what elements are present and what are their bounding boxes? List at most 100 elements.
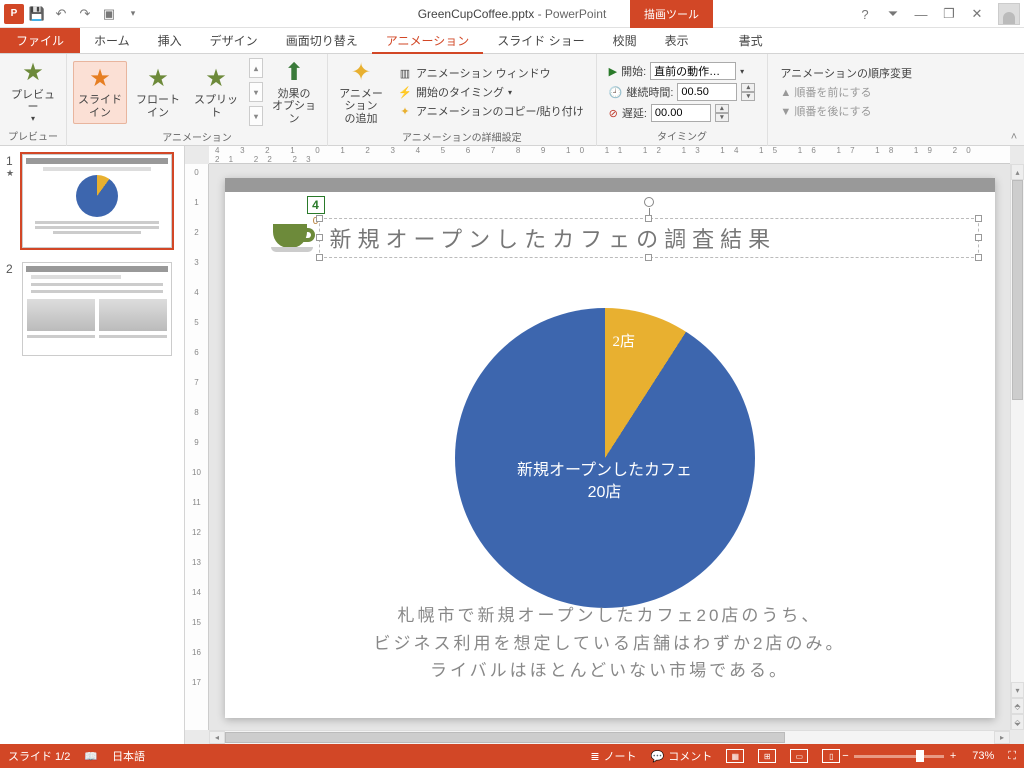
duration-input[interactable] bbox=[677, 83, 737, 101]
animation-pane-button[interactable]: ▥アニメーション ウィンドウ bbox=[398, 65, 584, 81]
resize-handle[interactable] bbox=[975, 215, 982, 222]
tab-view[interactable]: 表示 bbox=[651, 27, 703, 53]
animation-split[interactable]: ★ スプリット bbox=[189, 62, 243, 123]
slide-indicator[interactable]: スライド 1/2 bbox=[8, 748, 70, 764]
notes-icon: ≣ bbox=[590, 750, 599, 763]
resize-handle[interactable] bbox=[316, 215, 323, 222]
animation-painter-button[interactable]: ✦アニメーションのコピー/貼り付け bbox=[398, 103, 584, 119]
reading-view-icon[interactable]: ▭ bbox=[790, 749, 808, 763]
thumbnail-1-preview bbox=[22, 154, 172, 248]
rotate-handle[interactable] bbox=[644, 197, 654, 207]
qat-dropdown-icon[interactable]: ▾ bbox=[122, 3, 144, 25]
tab-animations[interactable]: アニメーション bbox=[372, 28, 484, 54]
title-bar: P 💾 ↶ ↷ ▣ ▾ GreenCupCoffee.pptx - PowerP… bbox=[0, 0, 1024, 28]
ribbon-tabs: ファイル ホーム 挿入 デザイン 画面切り替え アニメーション スライド ショー… bbox=[0, 28, 1024, 54]
start-slideshow-icon[interactable]: ▣ bbox=[98, 3, 120, 25]
star-icon: ★ bbox=[89, 66, 111, 92]
collapse-ribbon-icon[interactable]: ˄ bbox=[1004, 54, 1024, 145]
move-earlier-button[interactable]: ▲ 順番を前にする bbox=[780, 84, 912, 100]
resize-handle[interactable] bbox=[975, 234, 982, 241]
animation-star-icon: ★ bbox=[6, 168, 18, 179]
comments-button[interactable]: 💬コメント bbox=[651, 748, 713, 764]
ribbon-display-icon[interactable]: ⏷ bbox=[880, 3, 906, 25]
thumbnail-2-preview bbox=[22, 262, 172, 356]
vertical-ruler: 01234567891011121314151617 bbox=[185, 164, 209, 730]
zoom-thumb[interactable] bbox=[916, 750, 924, 762]
vertical-scrollbar[interactable]: ▴ ▾ ⬘ ⬙ bbox=[1010, 164, 1024, 730]
tab-insert[interactable]: 挿入 bbox=[144, 27, 196, 53]
horizontal-scrollbar[interactable]: ◂ ▸ bbox=[209, 730, 1010, 744]
scroll-left-icon[interactable]: ◂ bbox=[209, 731, 225, 744]
help-icon[interactable]: ? bbox=[852, 3, 878, 25]
slide-canvas: 4 0 新規オープンしたカフェの調査結果 2店 bbox=[225, 178, 995, 718]
tab-design[interactable]: デザイン bbox=[196, 27, 272, 53]
delay-spinner[interactable]: ▴▾ bbox=[715, 104, 729, 122]
scroll-right-icon[interactable]: ▸ bbox=[994, 731, 1010, 744]
animation-floatin[interactable]: ★ フロートイン bbox=[131, 62, 185, 123]
resize-handle[interactable] bbox=[316, 254, 323, 261]
trigger-button[interactable]: ⚡開始のタイミング▾ bbox=[398, 84, 584, 100]
thumbnail-1[interactable]: 1★ bbox=[6, 154, 178, 248]
normal-view-icon[interactable]: ▦ bbox=[726, 749, 744, 763]
scroll-up-icon[interactable]: ▴ bbox=[1011, 164, 1024, 180]
resize-handle[interactable] bbox=[645, 215, 652, 222]
zoom-percent[interactable]: 73% bbox=[972, 750, 994, 762]
ribbon: ★ プレビュー▾ プレビュー ★ スライドイン ★ フロートイン ★ スプリット… bbox=[0, 54, 1024, 146]
tab-review[interactable]: 校閲 bbox=[599, 27, 651, 53]
move-later-button[interactable]: ▼ 順番を後にする bbox=[780, 103, 912, 119]
ribbon-group-animation: ★ スライドイン ★ フロートイン ★ スプリット ▴▾▾ ⬆ 効果の オプショ… bbox=[67, 54, 328, 146]
undo-icon[interactable]: ↶ bbox=[50, 3, 72, 25]
down-triangle-icon: ▼ bbox=[780, 106, 791, 118]
pie-chart[interactable]: 2店 新規オープンしたカフェ 20店 bbox=[455, 308, 755, 608]
tab-format[interactable]: 書式 bbox=[725, 27, 777, 53]
coffee-cup-icon bbox=[271, 216, 315, 252]
title-text-box[interactable]: 新規オープンしたカフェの調査結果 bbox=[319, 218, 979, 258]
slide-body-text[interactable]: 札幌市で新規オープンしたカフェ20店のうち、 ビジネス利用を想定している店舗はわ… bbox=[225, 602, 995, 684]
preview-star-icon: ★ bbox=[22, 60, 44, 86]
effect-options-button[interactable]: ⬆ 効果の オプション bbox=[267, 56, 321, 129]
delay-input[interactable] bbox=[651, 104, 711, 122]
reorder-header: アニメーションの順序変更 bbox=[780, 65, 912, 81]
user-avatar-icon[interactable] bbox=[998, 3, 1020, 25]
zoom-slider[interactable] bbox=[854, 755, 944, 758]
comment-icon: 💬 bbox=[651, 750, 665, 763]
thumbnail-2[interactable]: 2 bbox=[6, 262, 178, 356]
add-animation-button[interactable]: ✦ アニメーション の追加 bbox=[334, 56, 388, 129]
notes-button[interactable]: ≣ノート bbox=[590, 748, 636, 764]
resize-handle[interactable] bbox=[316, 234, 323, 241]
preview-button[interactable]: ★ プレビュー▾ bbox=[6, 56, 60, 127]
canvas-area[interactable]: 4 0 新規オープンしたカフェの調査結果 2店 bbox=[209, 164, 1010, 730]
prev-slide-icon[interactable]: ⬘ bbox=[1011, 698, 1024, 714]
tab-home[interactable]: ホーム bbox=[80, 27, 144, 53]
add-animation-icon: ✦ bbox=[351, 60, 371, 86]
spellcheck-icon[interactable]: 📖 bbox=[84, 750, 98, 763]
slide-header-bar bbox=[225, 178, 995, 192]
save-icon[interactable]: 💾 bbox=[26, 3, 48, 25]
close-icon[interactable]: ✕ bbox=[964, 3, 990, 25]
next-slide-icon[interactable]: ⬙ bbox=[1011, 714, 1024, 730]
scroll-down-icon[interactable]: ▾ bbox=[1011, 682, 1024, 698]
redo-icon[interactable]: ↷ bbox=[74, 3, 96, 25]
resize-handle[interactable] bbox=[645, 254, 652, 261]
start-select[interactable] bbox=[650, 62, 736, 80]
duration-spinner[interactable]: ▴▾ bbox=[741, 83, 755, 101]
sorter-view-icon[interactable]: ⊞ bbox=[758, 749, 776, 763]
slideshow-view-icon[interactable]: ▯ bbox=[822, 749, 840, 763]
star-icon: ★ bbox=[147, 66, 169, 92]
restore-icon[interactable]: ❐ bbox=[936, 3, 962, 25]
resize-handle[interactable] bbox=[975, 254, 982, 261]
ribbon-group-advanced: ✦ アニメーション の追加 ▥アニメーション ウィンドウ ⚡開始のタイミング▾ … bbox=[328, 54, 597, 146]
tab-slideshow[interactable]: スライド ショー bbox=[483, 27, 598, 53]
slide-editor: 4 3 2 1 0 1 2 3 4 5 6 7 8 9 10 11 12 13 … bbox=[185, 146, 1024, 744]
scroll-thumb[interactable] bbox=[1012, 180, 1023, 400]
fit-to-window-icon[interactable]: ⛶ bbox=[1008, 750, 1016, 763]
quick-access-toolbar: P 💾 ↶ ↷ ▣ ▾ bbox=[0, 3, 144, 25]
animation-gallery-scroll[interactable]: ▴▾▾ bbox=[249, 58, 263, 126]
language-indicator[interactable]: 日本語 bbox=[112, 748, 145, 764]
tab-file[interactable]: ファイル bbox=[0, 27, 80, 53]
tab-transitions[interactable]: 画面切り替え bbox=[272, 27, 372, 53]
slide-title-text: 新規オープンしたカフェの調査結果 bbox=[320, 222, 777, 254]
scroll-thumb[interactable] bbox=[225, 732, 785, 743]
animation-slidein[interactable]: ★ スライドイン bbox=[73, 61, 127, 124]
minimize-icon[interactable]: — bbox=[908, 3, 934, 25]
